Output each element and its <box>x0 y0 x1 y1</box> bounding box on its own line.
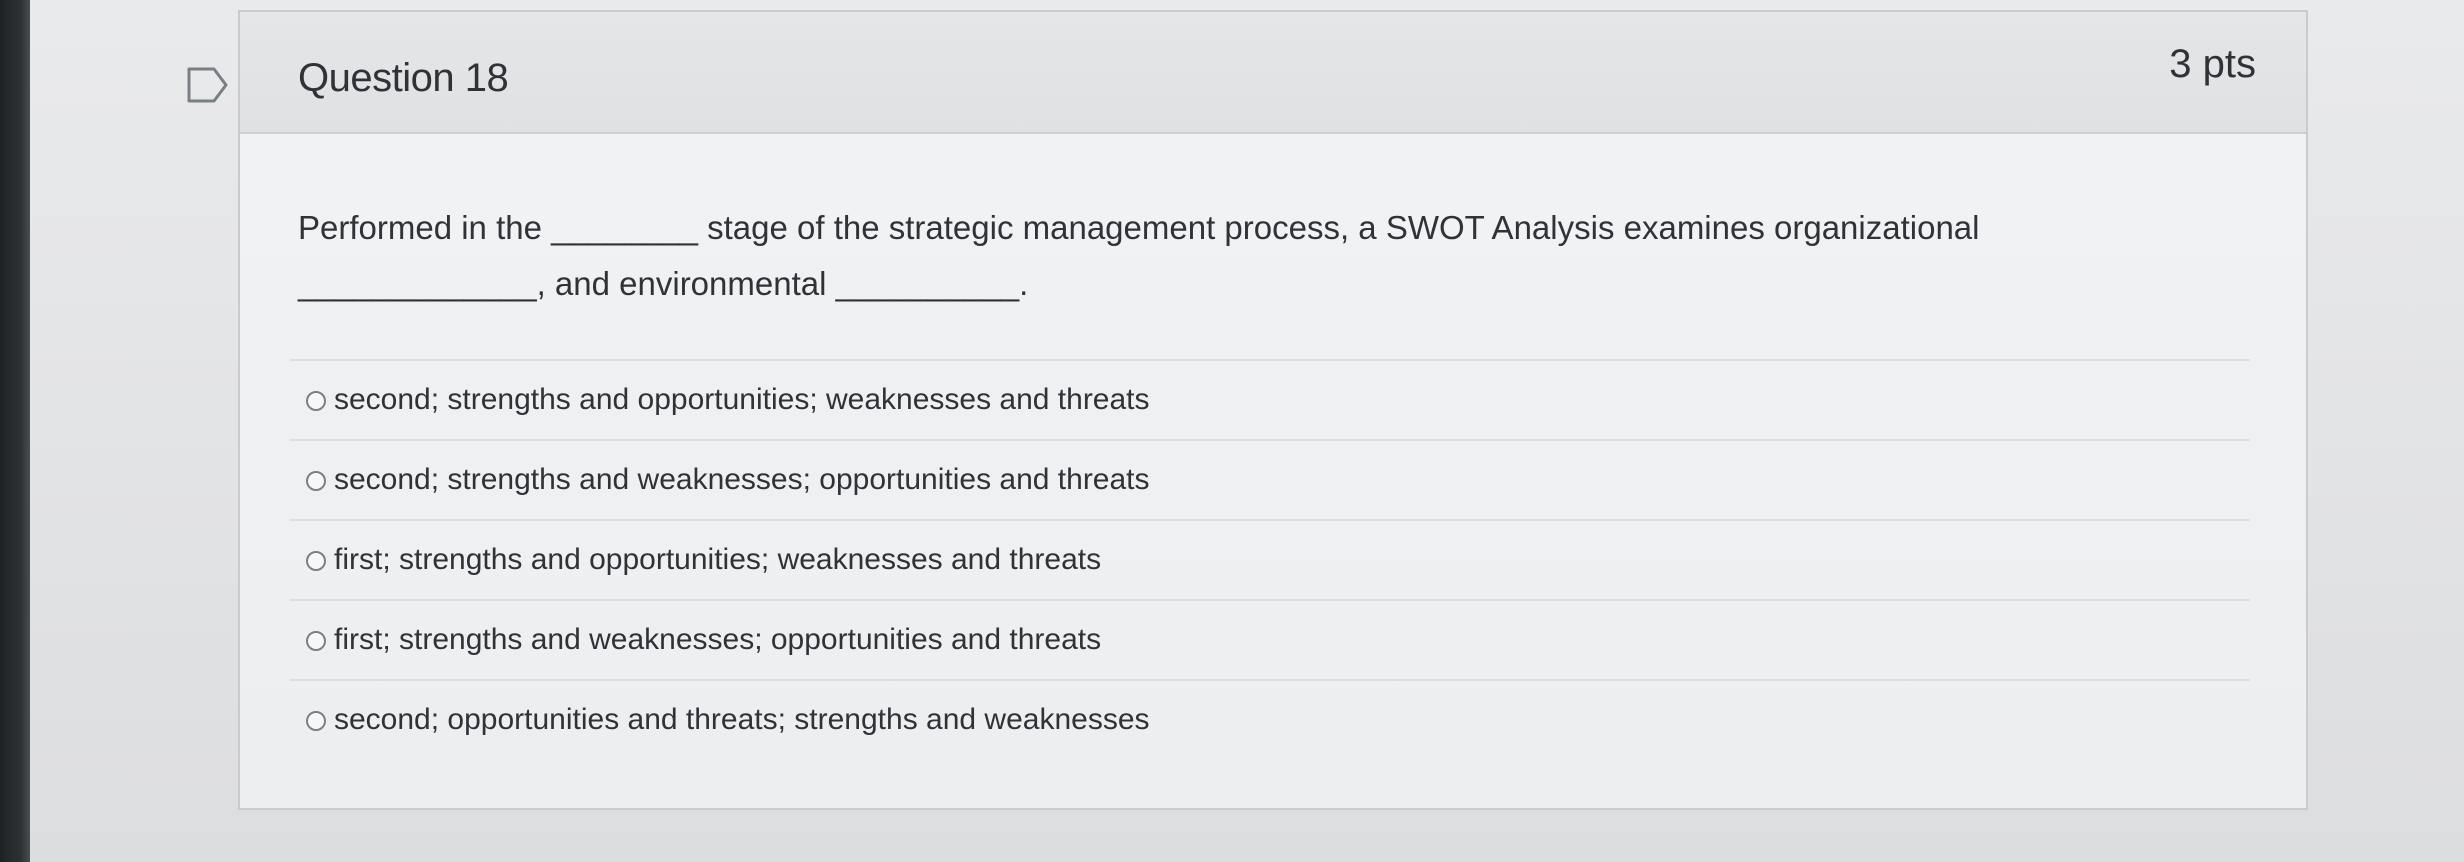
radio-button-icon[interactable] <box>306 551 326 571</box>
question-points: 3 pts <box>2169 42 2256 86</box>
question-body: Performed in the ________ stage of the s… <box>240 134 2306 808</box>
question-prompt: Performed in the ________ stage of the s… <box>298 209 1980 302</box>
answer-label[interactable]: second; opportunities and threats; stren… <box>334 703 1150 737</box>
answer-label[interactable]: first; strengths and opportunities; weak… <box>334 543 1101 577</box>
question-title: Question 18 <box>298 56 509 100</box>
radio-button-icon[interactable] <box>306 631 326 651</box>
radio-button-icon[interactable] <box>306 711 326 731</box>
question-card: Question 18 3 pts Performed in the _____… <box>238 10 2308 810</box>
answer-option[interactable]: second; opportunities and threats; stren… <box>290 679 2250 759</box>
answer-label[interactable]: first; strengths and weaknesses; opportu… <box>334 623 1101 657</box>
screen-bezel <box>0 0 30 862</box>
answer-option[interactable]: first; strengths and opportunities; weak… <box>290 519 2250 599</box>
answer-option[interactable]: first; strengths and weaknesses; opportu… <box>290 599 2250 679</box>
answer-option[interactable]: second; strengths and weaknesses; opport… <box>290 439 2250 519</box>
radio-button-icon[interactable] <box>306 391 326 411</box>
answer-option[interactable]: second; strengths and opportunities; wea… <box>290 359 2250 439</box>
answer-label[interactable]: second; strengths and weaknesses; opport… <box>334 463 1150 497</box>
answer-label[interactable]: second; strengths and opportunities; wea… <box>334 383 1150 417</box>
answer-list: second; strengths and opportunities; wea… <box>290 359 2250 759</box>
question-header: Question 18 3 pts <box>240 12 2306 134</box>
radio-button-icon[interactable] <box>306 471 326 491</box>
flag-question-icon[interactable] <box>186 66 230 104</box>
